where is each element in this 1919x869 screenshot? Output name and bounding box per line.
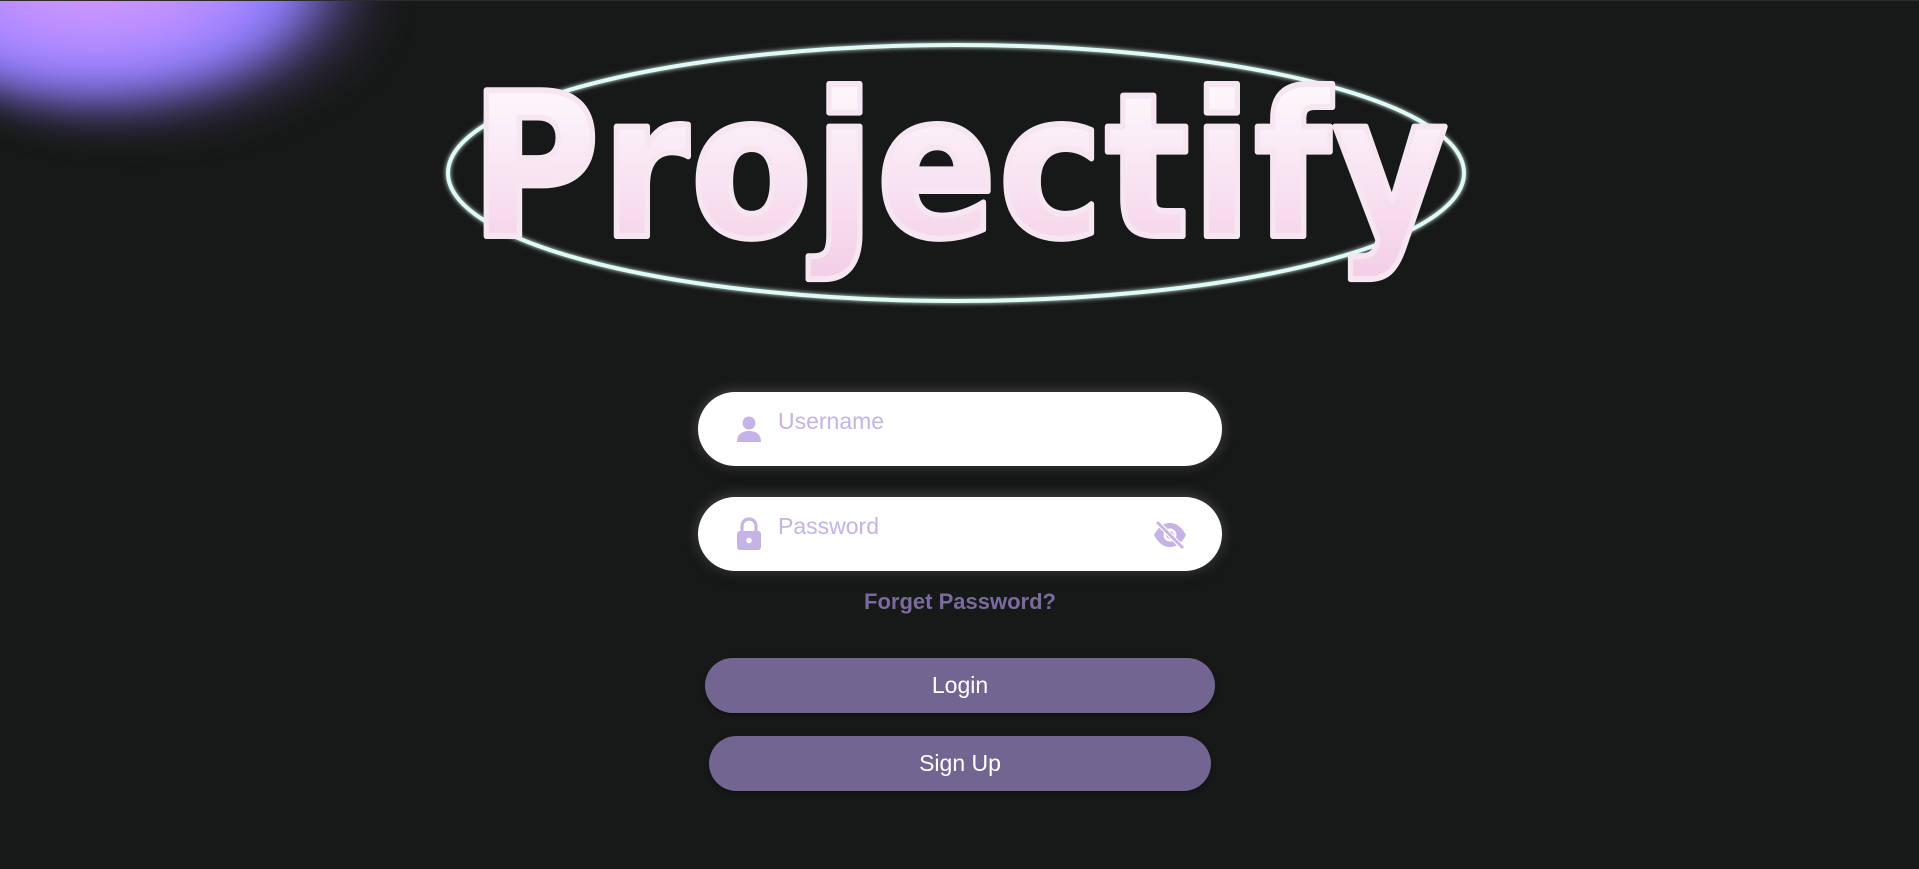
signup-button[interactable]: Sign Up — [709, 736, 1211, 791]
app-logo-text: Projectify — [470, 51, 1450, 284]
username-input[interactable] — [778, 407, 1108, 435]
login-screen: Projectify Username Forget Password? Log… — [0, 0, 1919, 869]
password-input[interactable] — [778, 512, 1108, 540]
app-logo: Projectify — [430, 31, 1490, 311]
user-icon — [734, 414, 764, 444]
lock-icon — [734, 517, 764, 550]
password-field[interactable] — [698, 497, 1222, 571]
eye-off-icon[interactable] — [1152, 517, 1188, 553]
login-button[interactable]: Login — [705, 658, 1215, 713]
decorative-glow — [0, 1, 380, 131]
forgot-password-link[interactable]: Forget Password? — [698, 589, 1222, 615]
username-field[interactable] — [698, 392, 1222, 466]
